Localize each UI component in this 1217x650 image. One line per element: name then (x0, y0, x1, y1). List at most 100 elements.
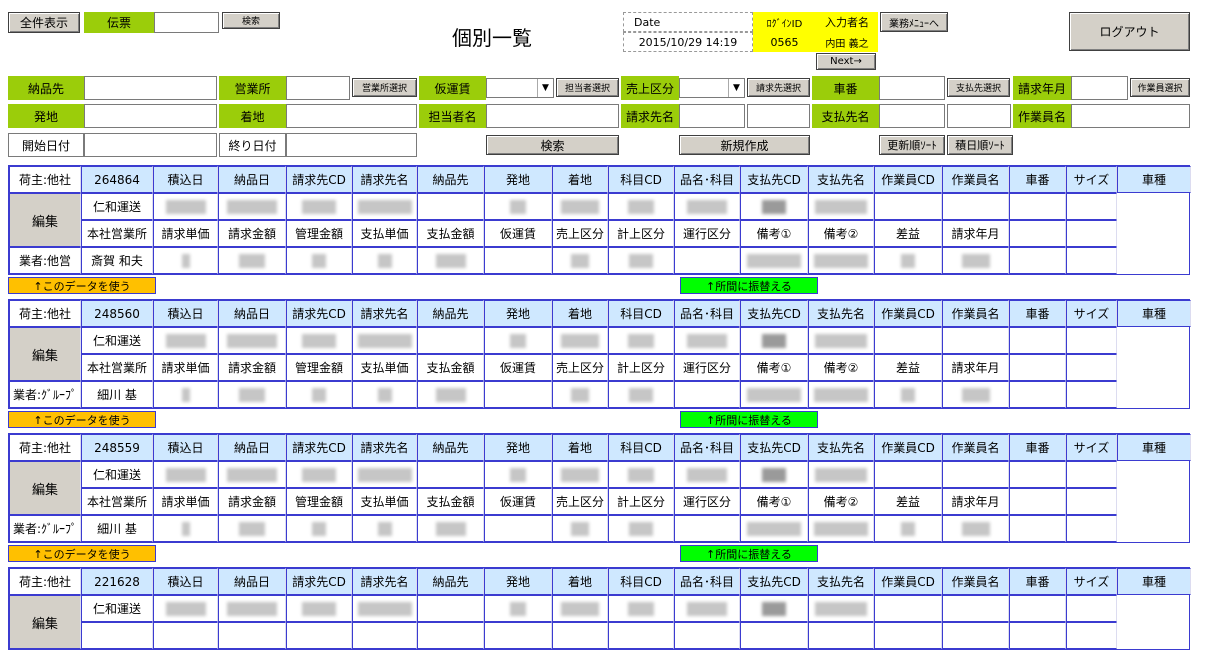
table-cell (417, 327, 484, 354)
table-cell (1066, 515, 1117, 542)
masked-value (961, 253, 990, 268)
new-create-button[interactable]: 新規作成 (679, 135, 810, 155)
use-data-button[interactable]: ↑このデータを使う (8, 411, 156, 428)
column-header: 請求単価 (153, 354, 218, 381)
table-cell (608, 193, 674, 220)
next-button[interactable]: Next→ (816, 53, 876, 70)
seikyusaki-code-input[interactable] (679, 104, 745, 128)
denpyo-input[interactable] (154, 12, 219, 33)
shiharaisaki-select-button[interactable]: 支払先選択 (947, 78, 1010, 97)
tantousha-select-button[interactable]: 担当者選択 (556, 78, 619, 97)
masked-value (762, 333, 786, 348)
table-cell (740, 461, 808, 488)
table-cell (417, 247, 484, 274)
use-data-button[interactable]: ↑このデータを使う (8, 545, 156, 562)
logout-button[interactable]: ログアウト (1069, 12, 1190, 51)
masked-value (571, 521, 589, 536)
table-cell (1066, 247, 1117, 274)
column-header: 請求金額 (218, 220, 286, 247)
shiharaisaki-mei-input[interactable] (947, 104, 1011, 128)
table-cell (417, 381, 484, 408)
column-header: 支払単価 (352, 488, 417, 515)
column-header: 発地 (484, 166, 552, 193)
table-cell (286, 622, 352, 649)
sort-updated-button[interactable]: 更新順ｿｰﾄ (879, 135, 945, 155)
use-data-button[interactable]: ↑このデータを使う (8, 277, 156, 294)
column-header: 着地 (552, 568, 608, 595)
column-header: 車種 (1117, 434, 1191, 461)
table-cell (740, 247, 808, 274)
column-header: 請求先CD (286, 434, 352, 461)
chevron-down-icon[interactable]: ▼ (537, 79, 553, 97)
chakuchi-input[interactable] (286, 104, 417, 128)
owner-type: 荷主:他社 (9, 434, 81, 461)
table-cell (417, 622, 484, 649)
edit-button[interactable]: 編集 (9, 595, 81, 649)
denpyo-search-button[interactable]: 検索 (222, 12, 280, 29)
table-row: 業者:ｸﾞﾙｰﾌﾟ 細川 基 (9, 515, 1191, 542)
nouhinsaki-input[interactable] (84, 76, 217, 100)
masked-value (815, 467, 867, 482)
kariunchin-select[interactable]: ▼ (486, 78, 554, 98)
seikyusaki-select-button[interactable]: 請求先選択 (747, 78, 810, 97)
hatchi-input[interactable] (84, 104, 217, 128)
move-office-button[interactable]: ↑所間に振替える (680, 411, 818, 428)
column-header: 作業員名 (942, 166, 1009, 193)
table-cell (608, 327, 674, 354)
chevron-down-icon[interactable]: ▼ (728, 79, 744, 97)
table-cell (1009, 327, 1066, 354)
table-cell (808, 381, 874, 408)
start-date-input[interactable] (84, 133, 217, 157)
table-cell (484, 595, 552, 622)
edit-button[interactable]: 編集 (9, 193, 81, 247)
table-cell (153, 193, 218, 220)
menu-button[interactable]: 業務ﾒﾆｭｰへ (880, 12, 948, 32)
table-row: 荷主:他社 264864 積込日 納品日 請求先CD 請求先名 納品先 発地 着地 科目CD 品名･… (9, 166, 1191, 193)
table-cell (1009, 622, 1066, 649)
end-date-input[interactable] (286, 133, 417, 157)
table-cell (808, 595, 874, 622)
masked-value (510, 601, 526, 616)
masked-value (747, 387, 801, 402)
table-cell (417, 515, 484, 542)
table-cell (1009, 595, 1066, 622)
edit-button[interactable]: 編集 (9, 461, 81, 515)
search-button[interactable]: 検索 (486, 135, 619, 155)
edit-button[interactable]: 編集 (9, 327, 81, 381)
table-cell (808, 461, 874, 488)
seikyu-nengetsu-input[interactable] (1071, 76, 1128, 100)
column-header: 管理金額 (286, 354, 352, 381)
table-row: 荷主:他社 248560 積込日 納品日 請求先CD 請求先名 納品先 発地 着地 科目CD 品名･… (9, 300, 1191, 327)
table-cell (352, 381, 417, 408)
move-office-button[interactable]: ↑所間に振替える (680, 277, 818, 294)
masked-value (312, 253, 326, 268)
move-office-button[interactable]: ↑所間に振替える (680, 545, 818, 562)
record-block: 荷主:他社 264864 積込日 納品日 請求先CD 請求先名 納品先 発地 着地 科目CD 品名･… (8, 165, 1191, 275)
column-header: 計上区分 (608, 220, 674, 247)
masked-value (435, 253, 466, 268)
denpyo-label: 伝票 (84, 12, 154, 33)
shaban-input[interactable] (879, 76, 945, 100)
table-cell (1009, 381, 1066, 408)
column-header: 納品日 (218, 434, 286, 461)
eigyousho-input[interactable] (286, 76, 350, 100)
tantousha-mei-input[interactable] (486, 104, 619, 128)
date-value: 2015/10/29 14:19 (623, 32, 753, 52)
sagyouin-mei-input[interactable] (1071, 104, 1190, 128)
table-cell (484, 193, 552, 220)
table-cell (552, 515, 608, 542)
page-title: 個別一覧 (452, 26, 532, 50)
show-all-button[interactable]: 全件表示 (8, 12, 80, 33)
column-header: 車番 (1009, 434, 1066, 461)
eigyousho-select-button[interactable]: 営業所選択 (352, 78, 417, 97)
column-header: 科目CD (608, 300, 674, 327)
sort-loaded-button[interactable]: 積日順ｿｰﾄ (947, 135, 1013, 155)
column-header: 支払先名 (808, 166, 874, 193)
seikyusaki-mei-input[interactable] (747, 104, 810, 128)
column-header: サイズ (1066, 434, 1117, 461)
uriage-kubun-select[interactable]: ▼ (679, 78, 745, 98)
shiharaisaki-code-input[interactable] (879, 104, 945, 128)
sagyouin-select-button[interactable]: 作業員選択 (1130, 78, 1190, 97)
masked-value (357, 333, 412, 348)
column-header: 売上区分 (552, 220, 608, 247)
